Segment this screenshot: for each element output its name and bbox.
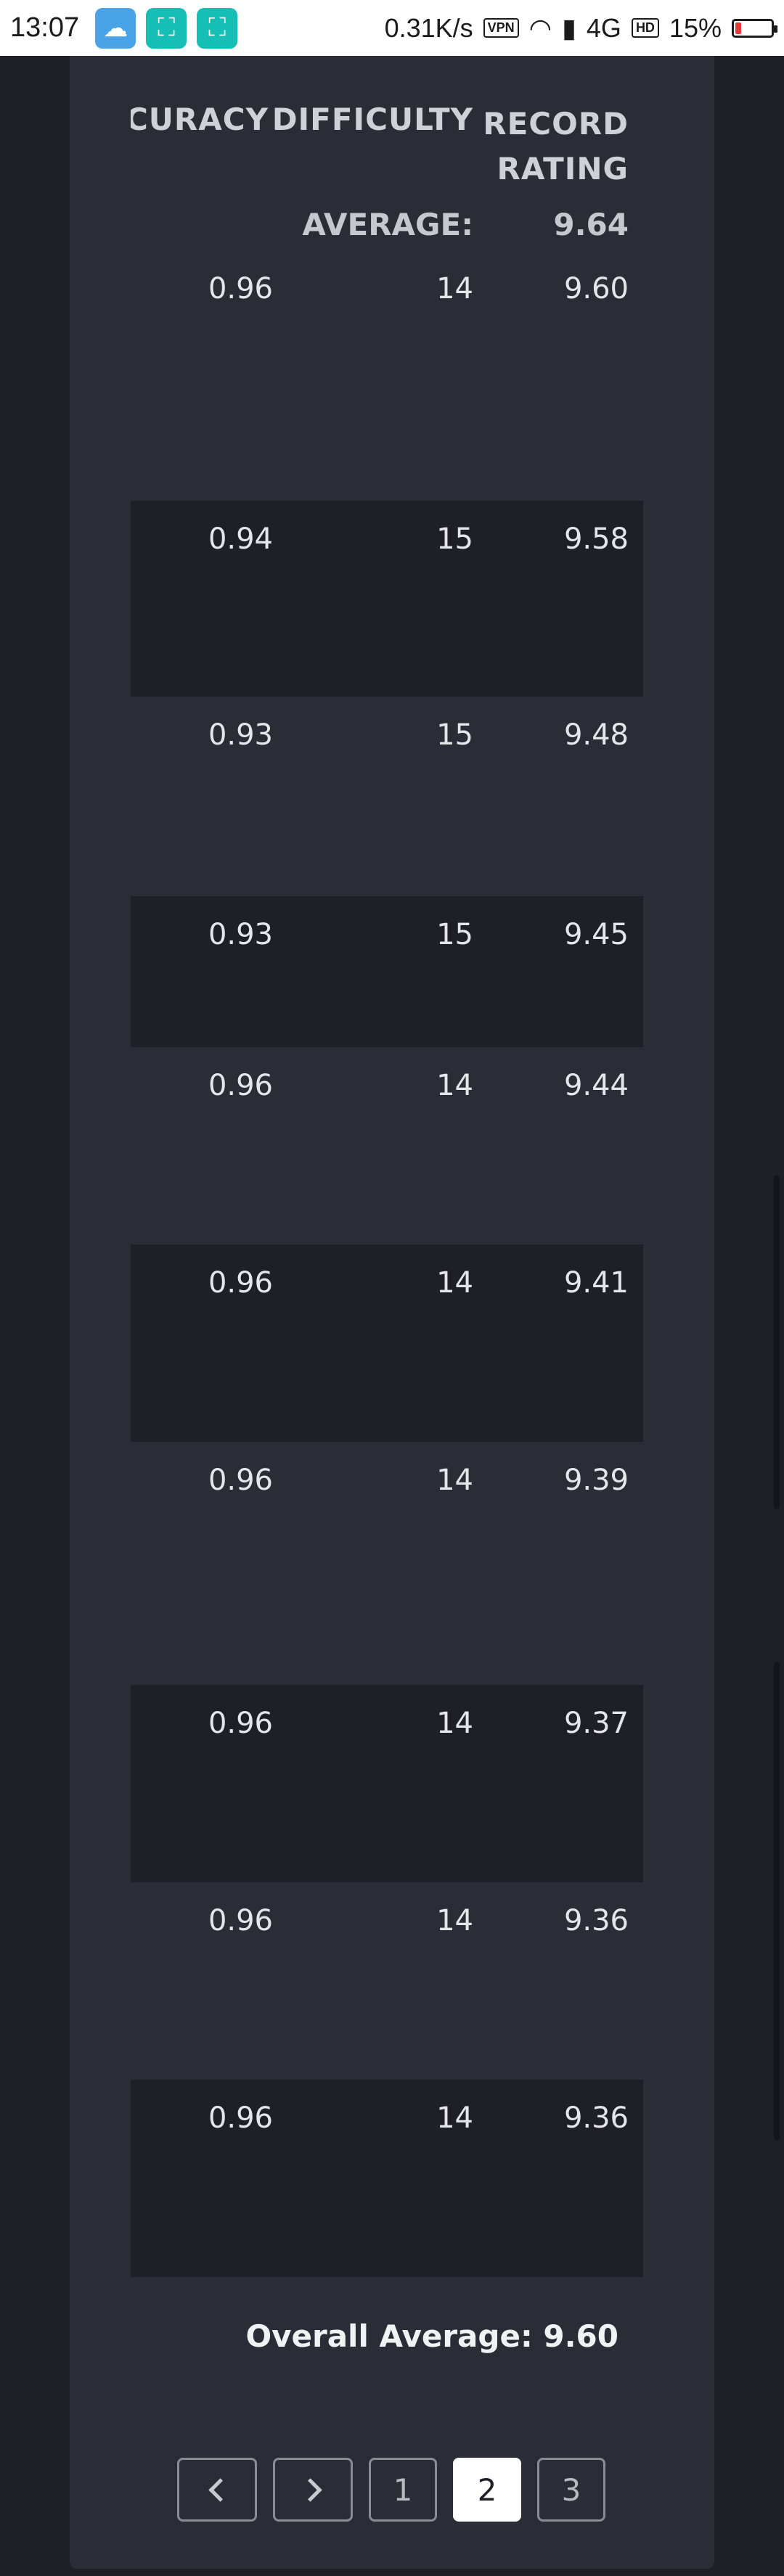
wifi-icon: ◠ <box>528 12 552 43</box>
cell-record-rating: 9.45 <box>563 918 629 951</box>
scrollbar[interactable] <box>774 1176 780 2141</box>
scrollbar-thumb-secondary[interactable] <box>774 1662 780 2141</box>
cell-difficulty: 14 <box>436 2101 473 2135</box>
weather-icon: ☁ <box>95 7 136 49</box>
vpn-badge: VPN <box>483 18 519 38</box>
page-3-button[interactable]: 3 <box>537 2458 605 2522</box>
cell-difficulty: 14 <box>436 1266 473 1300</box>
table-header: ACCURACY DIFFICULTY RECORD RATING <box>131 102 643 189</box>
cell-record-rating: 9.44 <box>563 1069 629 1102</box>
chevron-right-icon <box>298 2477 322 2502</box>
cell-difficulty: 14 <box>436 1464 473 1497</box>
overall-average: Overall Average: 9.60 <box>245 2318 618 2354</box>
cell-record-rating: 9.36 <box>563 1904 629 1937</box>
screenshot-icon: ⛶ <box>146 7 187 49</box>
battery-fill <box>735 22 741 34</box>
scrollbar-thumb[interactable] <box>774 1176 780 1509</box>
status-bar: 13:07 ☁ ⛶ ⛶ 0.31K/s VPN ◠ ▮ 4G HD 15% <box>0 0 784 56</box>
cell-difficulty: 14 <box>436 1707 473 1740</box>
cell-accuracy: 0.96 <box>208 2101 273 2135</box>
average-value: 9.64 <box>553 207 629 242</box>
cell-difficulty: 15 <box>436 522 473 556</box>
table-row[interactable]: 0.96 14 9.39 <box>131 1442 643 1685</box>
network-speed: 0.31K/s <box>384 12 473 43</box>
header-record-rating-line2: RATING <box>497 151 629 186</box>
table-row[interactable]: 0.96 14 9.44 <box>131 1047 643 1244</box>
cell-record-rating: 9.39 <box>563 1464 629 1497</box>
cell-accuracy: 0.93 <box>208 718 273 752</box>
cell-difficulty: 15 <box>436 718 473 752</box>
battery-icon <box>732 18 777 38</box>
signal-icon: ▮ <box>562 12 576 43</box>
cell-accuracy: 0.96 <box>208 1707 273 1740</box>
average-row: AVERAGE: 9.64 <box>131 207 643 247</box>
cell-record-rating: 9.41 <box>563 1266 629 1300</box>
previous-page-button[interactable] <box>177 2458 257 2522</box>
page-2-button[interactable]: 2 <box>453 2458 521 2522</box>
table-row[interactable]: 0.96 14 9.41 <box>131 1244 643 1442</box>
table-row[interactable]: 0.96 14 9.36 <box>131 2080 643 2277</box>
cell-difficulty: 14 <box>436 272 473 305</box>
cell-accuracy: 0.96 <box>208 272 273 305</box>
table-row[interactable]: 0.96 14 9.36 <box>131 1882 643 2080</box>
cell-accuracy: 0.93 <box>208 918 273 951</box>
cell-record-rating: 9.37 <box>563 1707 629 1740</box>
cell-record-rating: 9.48 <box>563 718 629 752</box>
chevron-left-icon <box>208 2477 232 2502</box>
hd-badge: HD <box>631 18 659 38</box>
header-difficulty[interactable]: DIFFICULTY <box>272 102 473 137</box>
next-page-button[interactable] <box>273 2458 353 2522</box>
cell-accuracy: 0.96 <box>208 1464 273 1497</box>
page-1-button[interactable]: 1 <box>369 2458 437 2522</box>
header-record-rating-line1: RECORD <box>483 106 629 141</box>
network-type: 4G <box>586 12 621 43</box>
cell-difficulty: 15 <box>436 918 473 951</box>
table-row[interactable]: 0.96 14 9.60 <box>131 250 643 468</box>
average-label: AVERAGE: <box>302 207 473 242</box>
cell-accuracy: 0.96 <box>208 1069 273 1102</box>
cell-record-rating: 9.60 <box>563 272 629 305</box>
battery-percent: 15% <box>669 12 722 43</box>
header-record-rating[interactable]: RECORD RATING <box>483 102 629 192</box>
header-accuracy-label: ACCURACY <box>131 102 269 137</box>
table-row[interactable]: 0.94 15 9.58 <box>131 501 643 697</box>
header-accuracy[interactable]: ACCURACY <box>131 102 269 137</box>
cell-difficulty: 14 <box>436 1069 473 1102</box>
cell-accuracy: 0.96 <box>208 1904 273 1937</box>
cell-accuracy: 0.96 <box>208 1266 273 1300</box>
pagination: 1 2 3 <box>177 2458 605 2522</box>
cell-record-rating: 9.36 <box>563 2101 629 2135</box>
table-row[interactable]: 0.93 15 9.45 <box>131 896 643 1047</box>
cell-difficulty: 14 <box>436 1904 473 1937</box>
cell-accuracy: 0.94 <box>208 522 273 556</box>
table-row[interactable]: 0.96 14 9.37 <box>131 1685 643 1882</box>
table-row[interactable]: 0.93 15 9.48 <box>131 697 643 896</box>
cell-record-rating: 9.58 <box>563 522 629 556</box>
status-time: 13:07 <box>10 12 80 43</box>
screenshot-icon-2: ⛶ <box>197 7 238 49</box>
